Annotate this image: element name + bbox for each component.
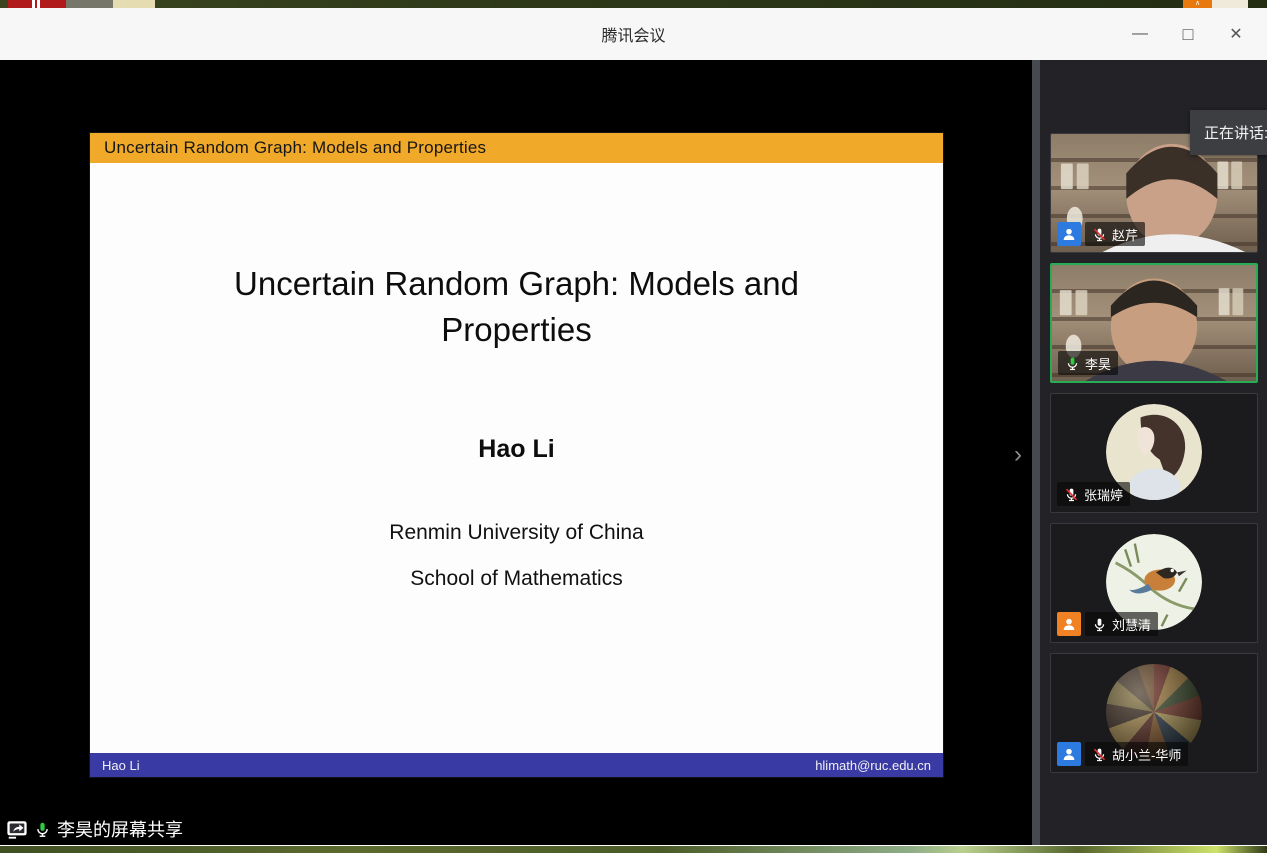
participant-overlay-row: 李昊 (1058, 351, 1118, 375)
mic-on-icon (1092, 617, 1107, 632)
slide-footer-email: hlimath@ruc.edu.cn (815, 758, 931, 773)
desktop-beige-sliver-2 (1212, 0, 1248, 8)
panel-splitter-handle[interactable] (1032, 60, 1040, 845)
participant-overlay-row: 胡小兰-华师 (1057, 742, 1188, 766)
host-badge-icon (1057, 612, 1081, 636)
participant-name-label: 李昊 (1058, 351, 1118, 375)
participant-name: 张瑞婷 (1084, 485, 1123, 504)
slide-title-line1: Uncertain Random Graph: Models and (90, 261, 943, 307)
slide-footer-author: Hao Li (102, 758, 140, 773)
desktop-background-bottom-strip (0, 846, 1267, 853)
mic-speaking-icon (34, 821, 51, 838)
participant-tile-zhangruiting[interactable]: 张瑞婷 (1050, 393, 1258, 513)
mic-speaking-icon (1065, 356, 1080, 371)
slide-header-bar: Uncertain Random Graph: Models and Prope… (90, 133, 943, 163)
presentation-slide: Uncertain Random Graph: Models and Prope… (90, 133, 943, 777)
maximize-button[interactable]: □ (1171, 17, 1205, 51)
participant-name-label: 张瑞婷 (1057, 482, 1130, 506)
desktop-red-window-sliver (8, 0, 66, 8)
shared-screen-stage: Uncertain Random Graph: Models and Prope… (0, 60, 1032, 845)
mic-muted-icon (1092, 747, 1107, 762)
slide-footer-bar: Hao Li hlimath@ruc.edu.cn (90, 753, 943, 777)
member-badge-icon (1057, 742, 1081, 766)
desktop-background-top-strip: ∧ (0, 0, 1267, 8)
speaking-now-text: 正在讲话: (1204, 122, 1267, 143)
close-button[interactable]: ✕ (1219, 17, 1253, 51)
participant-name: 赵芹 (1112, 225, 1138, 244)
mic-muted-icon (1092, 227, 1107, 242)
participant-name-label: 胡小兰-华师 (1085, 742, 1188, 766)
screen-share-status-bar: 李昊的屏幕共享 (6, 816, 183, 842)
minimize-button[interactable]: — (1123, 17, 1157, 51)
member-badge-icon (1057, 222, 1081, 246)
speaking-now-tooltip: 正在讲话: (1190, 110, 1267, 155)
participants-sidebar: 赵芹 李昊 (1040, 60, 1267, 845)
participant-overlay-row: 刘慧清 (1057, 612, 1158, 636)
tencent-meeting-window: ∧ 腾讯会议 — □ ✕ Uncertain Random Graph: Mod… (0, 0, 1267, 853)
desktop-gray-sliver (66, 0, 113, 8)
slide-author: Hao Li (90, 435, 943, 464)
slide-affiliation-school: School of Mathematics (90, 567, 943, 591)
window-title: 腾讯会议 (601, 22, 665, 46)
titlebar[interactable]: 腾讯会议 — □ ✕ (0, 8, 1267, 60)
participant-name-label: 赵芹 (1085, 222, 1145, 246)
desktop-beige-sliver (113, 0, 155, 8)
participant-name: 胡小兰-华师 (1112, 745, 1181, 764)
slide-affiliation-university: Renmin University of China (90, 521, 943, 545)
participant-name: 刘慧清 (1112, 615, 1151, 634)
participant-tile-liuhuiqing[interactable]: 刘慧清 (1050, 523, 1258, 643)
participant-overlay-row: 张瑞婷 (1057, 482, 1130, 506)
participant-tile-huxiaolan[interactable]: 胡小兰-华师 (1050, 653, 1258, 773)
screen-share-status-text: 李昊的屏幕共享 (57, 816, 183, 842)
sidebar-expand-chevron-icon[interactable]: › (1006, 440, 1030, 470)
slide-main-title: Uncertain Random Graph: Models and Prope… (90, 261, 943, 353)
desktop-orange-sliver: ∧ (1183, 0, 1212, 8)
mic-muted-icon (1064, 487, 1079, 502)
window-controls: — □ ✕ (1123, 8, 1253, 60)
participant-name: 李昊 (1085, 354, 1111, 373)
participant-tile-lihao[interactable]: 李昊 (1050, 263, 1258, 383)
participant-overlay-row: 赵芹 (1057, 222, 1145, 246)
slide-header-title: Uncertain Random Graph: Models and Prope… (104, 138, 486, 158)
participant-name-label: 刘慧清 (1085, 612, 1158, 636)
slide-title-line2: Properties (90, 307, 943, 353)
screen-share-icon (6, 818, 28, 840)
